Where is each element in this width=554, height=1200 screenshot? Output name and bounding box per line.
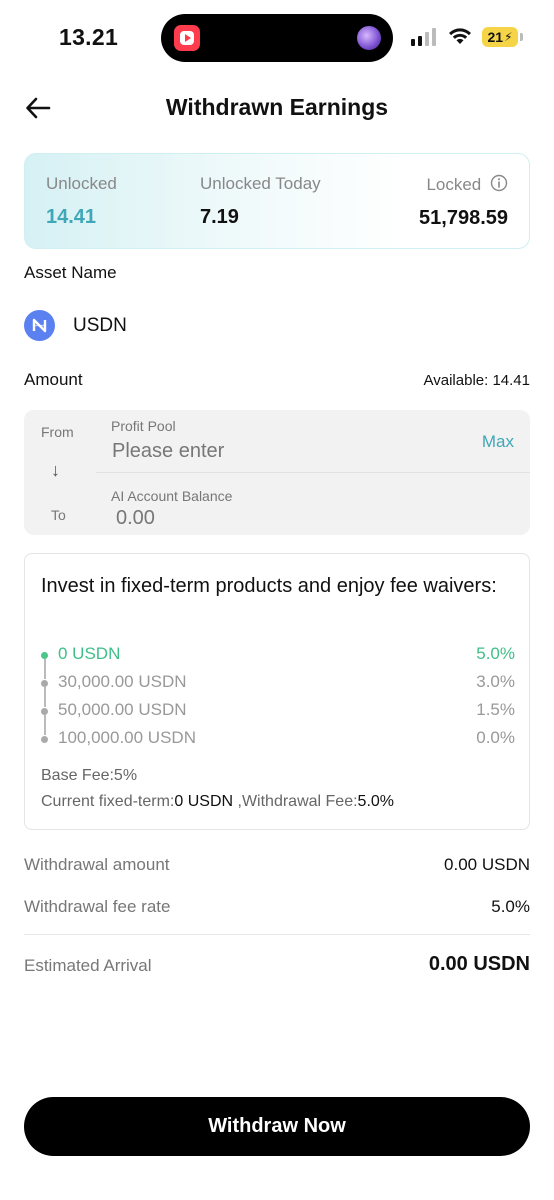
current-fee-text: Current fixed-term:0 USDN ,Withdrawal Fe… <box>41 793 394 811</box>
estimated-arrival-value: 0.00 USDN <box>428 953 530 975</box>
ai-balance-label: AI Account Balance <box>111 488 233 504</box>
cellular-signal-icon <box>411 28 436 46</box>
withdrawal-amount-value: 0.00 USDN <box>444 855 530 874</box>
max-button[interactable]: Max <box>482 432 514 452</box>
usdn-coin-icon <box>24 310 55 341</box>
battery-icon: 21 ⚡ <box>482 27 518 47</box>
fee-tier-row: 50,000.00 USDN 1.5% <box>25 699 531 735</box>
tier-amount: 50,000.00 USDN <box>58 700 187 719</box>
available-balance: Available: 14.41 <box>423 372 530 389</box>
transfer-box: From ↓ To Profit Pool Max AI Account Bal… <box>24 410 530 535</box>
battery-cap <box>520 33 523 41</box>
locked-label-row: Locked <box>419 174 508 195</box>
to-label: To <box>51 507 66 523</box>
locked-stat: Locked 51,798.59 <box>419 174 508 230</box>
tier-dot-icon <box>41 708 48 715</box>
wifi-icon <box>449 28 471 44</box>
unlocked-value: 14.41 <box>46 206 97 228</box>
fee-tier-row: 100,000.00 USDN 0.0% <box>25 727 531 753</box>
asset-name: USDN <box>73 314 127 336</box>
tier-rate: 1.5% <box>476 700 515 719</box>
unlocked-stat: Unlocked 14.41 <box>46 174 117 229</box>
unlocked-label: Unlocked <box>46 174 117 193</box>
locked-value: 51,798.59 <box>419 207 508 229</box>
withdrawal-fee-prefix: ,Withdrawal Fee: <box>233 793 358 810</box>
locked-label: Locked <box>426 175 482 194</box>
asset-name-label: Asset Name <box>24 263 117 282</box>
status-time: 13.21 <box>59 24 119 50</box>
back-button[interactable] <box>22 92 54 124</box>
tier-rate: 0.0% <box>476 728 515 747</box>
amount-input[interactable] <box>112 437 412 465</box>
asset-selector[interactable]: USDN <box>24 310 127 341</box>
earnings-summary-card: Unlocked 14.41 Unlocked Today 7.19 Locke… <box>24 153 530 249</box>
from-label: From <box>41 424 74 440</box>
profit-pool-label: Profit Pool <box>111 418 176 434</box>
current-term-amount: 0 USDN <box>174 793 234 810</box>
tier-rate: 3.0% <box>476 672 515 691</box>
base-fee-text: Base Fee:5% <box>41 767 138 784</box>
dynamic-island <box>161 14 393 62</box>
tier-rate: 5.0% <box>476 644 515 663</box>
down-arrow-icon: ↓ <box>51 460 60 480</box>
fee-rate-value: 5.0% <box>491 897 530 916</box>
tier-dot-icon <box>41 736 48 743</box>
unlocked-today-stat: Unlocked Today 7.19 <box>200 174 321 229</box>
info-icon[interactable] <box>490 174 508 192</box>
tier-amount: 100,000.00 USDN <box>58 728 196 747</box>
status-bar: 13.21 21 ⚡ <box>0 0 554 76</box>
back-arrow-icon <box>26 97 51 119</box>
withdrawal-fee-value: 5.0% <box>357 793 395 810</box>
current-term-prefix: Current fixed-term: <box>41 793 175 810</box>
transfer-divider <box>96 472 530 473</box>
fee-tier-row: 30,000.00 USDN 3.0% <box>25 671 531 707</box>
tier-amount: 0 USDN <box>58 644 121 663</box>
estimated-arrival-label: Estimated Arrival <box>24 956 152 975</box>
unlocked-today-value: 7.19 <box>200 206 239 228</box>
fee-waiver-title: Invest in fixed-term products and enjoy … <box>41 575 497 597</box>
withdrawal-amount-label: Withdrawal amount <box>24 855 170 874</box>
details-divider <box>24 934 530 935</box>
page-title: Withdrawn Earnings <box>165 94 389 120</box>
fee-rate-label: Withdrawal fee rate <box>24 897 171 916</box>
screen-recorder-icon <box>174 25 200 51</box>
island-avatar-icon <box>357 26 381 50</box>
amount-label: Amount <box>24 370 83 389</box>
tier-amount: 30,000.00 USDN <box>58 672 187 691</box>
fee-tier-row: 0 USDN 5.0% <box>25 643 531 679</box>
tier-dot-icon <box>41 680 48 687</box>
fee-waiver-card: Invest in fixed-term products and enjoy … <box>24 553 530 830</box>
unlocked-today-label: Unlocked Today <box>200 174 321 193</box>
ai-balance-value: 0.00 <box>116 507 155 529</box>
battery-level: 21 <box>487 29 504 45</box>
withdraw-now-button[interactable]: Withdraw Now <box>24 1097 530 1156</box>
tier-dot-icon <box>41 652 48 659</box>
